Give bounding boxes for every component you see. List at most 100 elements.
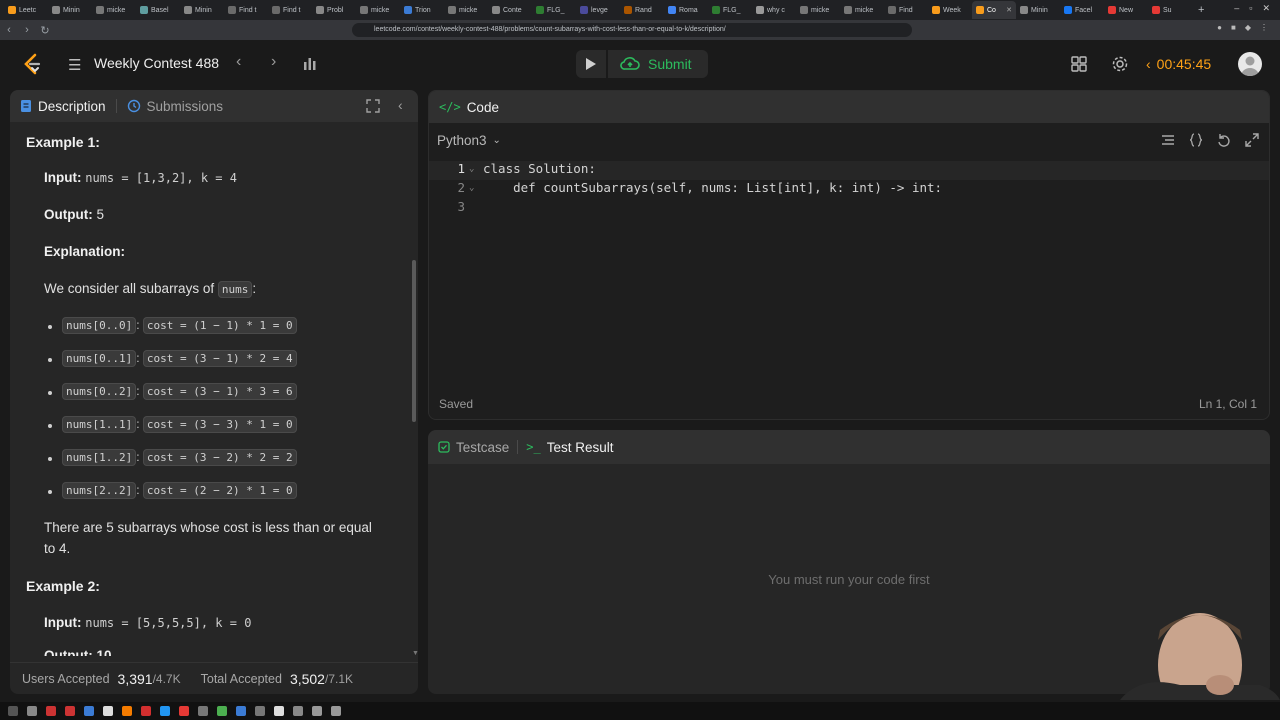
url-field[interactable]: leetcode.com/contest/weekly-contest-488/… <box>352 23 912 37</box>
taskbar-app-icon[interactable] <box>217 706 227 716</box>
contest-timer[interactable]: ‹ 00:45:45 <box>1146 50 1226 78</box>
collapse-timer-icon[interactable]: ‹ <box>1146 56 1151 72</box>
browser-tab[interactable]: Find t <box>224 1 268 19</box>
description-scrollbar[interactable] <box>412 260 416 422</box>
extension-icon[interactable]: ◆ <box>1245 23 1251 32</box>
taskbar-app-icon[interactable] <box>331 706 341 716</box>
extension-icon[interactable]: ● <box>1217 23 1222 32</box>
taskbar-app-icon[interactable] <box>160 706 170 716</box>
taskbar-app-icon[interactable] <box>274 706 284 716</box>
tab-submissions[interactable]: Submissions <box>117 90 234 122</box>
browser-tab[interactable]: Find t <box>268 1 312 19</box>
expand-editor-icon[interactable] <box>1245 133 1259 147</box>
cost-code: cost = (3 − 2) * 2 = 2 <box>142 449 297 466</box>
browser-tab[interactable]: Co ✕ <box>972 1 1016 19</box>
browser-tab[interactable]: Conte <box>488 1 532 19</box>
submit-button[interactable]: Submit <box>608 50 708 78</box>
format-icon[interactable] <box>1161 133 1175 147</box>
acceptance-stats: Users Accepted 3,391 /4.7K Total Accepte… <box>10 662 418 694</box>
browser-tab[interactable]: Find <box>884 1 928 19</box>
browser-tab[interactable]: Week <box>928 1 972 19</box>
menu-icon[interactable]: ⋮ <box>1260 23 1268 32</box>
browser-tab[interactable]: FLG_ <box>532 1 576 19</box>
browser-tab-label: Trion <box>415 6 431 14</box>
braces-icon[interactable] <box>1189 133 1203 147</box>
total-accepted-value: 3,502 <box>289 670 325 687</box>
browser-tab[interactable]: micke <box>356 1 400 19</box>
taskbar-app-icon[interactable] <box>122 706 132 716</box>
browser-tab[interactable]: why c <box>752 1 796 19</box>
browser-tab[interactable]: Probl <box>312 1 356 19</box>
taskbar-app-icon[interactable] <box>236 706 246 716</box>
browser-tab[interactable]: micke <box>92 1 136 19</box>
browser-tab[interactable]: Leetc <box>4 1 48 19</box>
cost-code: cost = (3 − 1) * 2 = 4 <box>142 350 297 367</box>
system-taskbar <box>0 702 1280 720</box>
taskbar-app-icon[interactable] <box>198 706 208 716</box>
avatar[interactable] <box>1238 52 1262 76</box>
browser-tab[interactable]: Facel <box>1060 1 1104 19</box>
minimize-icon[interactable]: – <box>1234 3 1239 14</box>
browser-tab[interactable]: FLG_ <box>708 1 752 19</box>
list-item: nums[2..2]: cost = (2 − 2) * 1 = 0 <box>62 482 297 499</box>
taskbar-app-icon[interactable] <box>84 706 94 716</box>
taskbar-app-icon[interactable] <box>103 706 113 716</box>
fold-icon[interactable]: ⌄ <box>469 183 474 193</box>
layout-icon[interactable] <box>1071 56 1087 72</box>
new-tab-icon[interactable]: + <box>1192 4 1210 16</box>
tab-description[interactable]: Description <box>10 90 116 122</box>
taskbar-app-icon[interactable] <box>179 706 189 716</box>
maximize-icon[interactable]: ▫ <box>1249 3 1252 14</box>
reload-icon[interactable]: ↻ <box>36 24 54 37</box>
browser-tab[interactable]: Roma <box>664 1 708 19</box>
close-window-icon[interactable]: ✕ <box>1262 3 1270 14</box>
fullscreen-icon[interactable] <box>366 99 380 113</box>
taskbar-app-icon[interactable] <box>312 706 322 716</box>
reset-icon[interactable] <box>1217 133 1231 147</box>
fold-icon[interactable]: ⌄ <box>469 164 474 174</box>
browser-tab[interactable]: Rand <box>620 1 664 19</box>
forward-arrow-icon[interactable]: › <box>18 24 36 36</box>
browser-tab[interactable]: Basel <box>136 1 180 19</box>
browser-tab[interactable]: levge <box>576 1 620 19</box>
code-line[interactable]: 3 <box>429 199 1269 218</box>
next-problem-icon[interactable]: › <box>271 53 276 71</box>
language-select[interactable]: Python3 ⌄ <box>437 133 501 148</box>
browser-tab[interactable]: New <box>1104 1 1148 19</box>
contest-title[interactable]: Weekly Contest 488 <box>94 55 219 71</box>
previous-problem-icon[interactable]: ‹ <box>236 53 241 71</box>
browser-tab-label: FLG_ <box>723 6 741 14</box>
close-tab-icon[interactable]: ✕ <box>1006 6 1012 14</box>
taskbar-app-icon[interactable] <box>293 706 303 716</box>
tab-test-result[interactable]: >_ Test Result <box>526 440 613 455</box>
taskbar-app-icon[interactable] <box>65 706 75 716</box>
taskbar-app-icon[interactable] <box>46 706 56 716</box>
code-line[interactable]: 1 ⌄ class Solution: <box>429 161 1269 180</box>
tab-testcase[interactable]: Testcase <box>438 440 509 455</box>
taskbar-app-icon[interactable] <box>27 706 37 716</box>
code-editor[interactable]: 1 ⌄ class Solution: 2 ⌄ def countSubarra… <box>429 161 1269 391</box>
code-line[interactable]: 2 ⌄ def countSubarrays(self, nums: List[… <box>429 180 1269 199</box>
scroll-down-icon[interactable]: ▼ <box>412 650 418 657</box>
browser-tab[interactable]: Su <box>1148 1 1192 19</box>
stats-icon[interactable] <box>302 56 318 72</box>
taskbar-app-icon[interactable] <box>141 706 151 716</box>
browser-tab[interactable]: micke <box>444 1 488 19</box>
browser-tab[interactable]: Minin <box>180 1 224 19</box>
browser-tab[interactable]: Minin <box>1016 1 1060 19</box>
leetcode-logo[interactable] <box>22 53 42 75</box>
browser-tab[interactable]: micke <box>840 1 884 19</box>
back-arrow-icon[interactable]: ‹ <box>0 24 18 36</box>
browser-tab[interactable]: Trion <box>400 1 444 19</box>
run-button[interactable] <box>576 50 606 78</box>
extension-icon[interactable]: ■ <box>1231 23 1236 32</box>
browser-tab[interactable]: Minin <box>48 1 92 19</box>
browser-tab[interactable]: micke <box>796 1 840 19</box>
problem-list-icon[interactable]: ☰ <box>68 56 81 74</box>
collapse-panel-icon[interactable]: ‹ <box>398 97 403 113</box>
taskbar-app-icon[interactable] <box>8 706 18 716</box>
taskbar-app-icon[interactable] <box>255 706 265 716</box>
gear-icon[interactable] <box>1111 55 1129 73</box>
subarray-code: nums[0..0] <box>62 317 137 334</box>
browser-tab-label: Su <box>1163 6 1172 14</box>
